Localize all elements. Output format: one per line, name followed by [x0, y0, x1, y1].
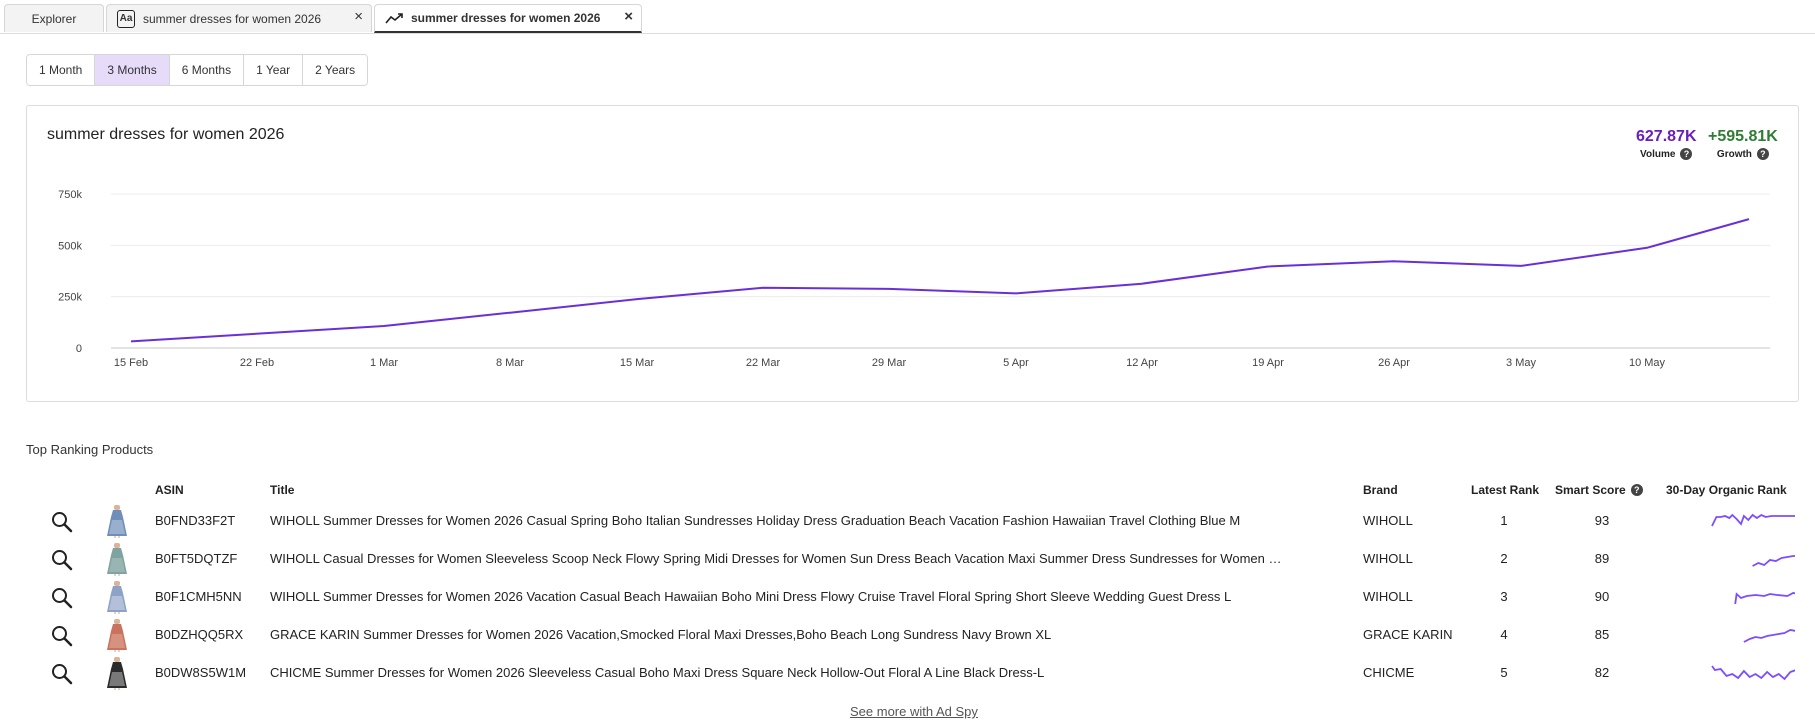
trend-line-chart: 0 250k 500k 750k 15 Feb 22 Feb 1 Mar 8 Mar 15 Ma…: [58, 189, 1770, 369]
product-smart-score: 90: [1594, 589, 1610, 604]
trend-series-line: [130, 218, 1750, 343]
product-asin[interactable]: B0FND33F2T: [155, 513, 235, 528]
see-more-link[interactable]: See more with Ad Spy: [850, 704, 978, 719]
product-latest-rank: 3: [1500, 589, 1508, 604]
tab-bar: Explorer Aa summer dresses for women 202…: [0, 0, 1815, 34]
product-thumbnail: [104, 504, 130, 538]
product-brand: CHICME: [1363, 665, 1415, 680]
y-tick-label: 0: [76, 343, 82, 355]
x-tick-label: 5 Apr: [1003, 357, 1029, 369]
x-tick-label: 12 Apr: [1126, 357, 1158, 369]
x-tick-label: 1 Mar: [370, 357, 398, 369]
close-icon[interactable]: ×: [354, 8, 363, 25]
range-1-month[interactable]: 1 Month: [27, 55, 96, 85]
x-tick-label: 19 Apr: [1252, 357, 1284, 369]
header-brand: Brand: [1363, 483, 1398, 497]
search-icon[interactable]: [50, 586, 74, 610]
product-asin[interactable]: B0DZHQQ5RX: [155, 627, 243, 642]
x-tick-label: 8 Mar: [496, 357, 524, 369]
header-asin: ASIN: [155, 483, 184, 497]
product-smart-score: 82: [1594, 665, 1610, 680]
time-range-selector: 1 Month 3 Months 6 Months 1 Year 2 Years: [26, 54, 369, 86]
organic-rank-sparkline: [1734, 592, 1795, 605]
range-6-months[interactable]: 6 Months: [169, 55, 245, 85]
product-smart-score: 85: [1594, 627, 1610, 642]
product-thumbnail: [104, 542, 130, 576]
product-title: GRACE KARIN Summer Dresses for Women 202…: [270, 627, 1052, 642]
section-title: Top Ranking Products: [26, 442, 154, 457]
product-thumbnail: [104, 580, 130, 614]
x-tick-label: 22 Feb: [240, 357, 274, 369]
product-asin[interactable]: B0F1CMH5NN: [155, 589, 242, 604]
organic-rank-sparkline: [1752, 555, 1795, 567]
y-tick-label: 500k: [58, 240, 82, 252]
product-title: WIHOLL Summer Dresses for Women 2026 Vac…: [270, 589, 1232, 604]
product-latest-rank: 4: [1500, 627, 1508, 642]
product-asin[interactable]: B0FT5DQTZF: [155, 551, 237, 566]
range-3-months[interactable]: 3 Months: [95, 55, 170, 85]
product-thumbnail: [104, 618, 130, 652]
product-brand: WIHOLL: [1363, 589, 1413, 604]
product-asin[interactable]: B0DW8S5W1M: [155, 665, 246, 680]
product-latest-rank: 2: [1500, 551, 1508, 566]
organic-rank-sparkline: [1743, 629, 1795, 643]
x-tick-label: 3 May: [1506, 357, 1536, 369]
x-tick-label: 15 Mar: [620, 357, 655, 369]
tab-keyword-trend[interactable]: summer dresses for women 2026 ×: [374, 4, 642, 33]
tab-keyword-text[interactable]: Aa summer dresses for women 2026 ×: [106, 4, 372, 32]
product-brand: GRACE KARIN: [1363, 627, 1453, 642]
organic-rank-sparkline: [1711, 513, 1795, 527]
smart-score-label: Smart Score: [1555, 483, 1626, 497]
help-icon[interactable]: ?: [1630, 484, 1643, 496]
tab-label: Explorer: [31, 11, 77, 26]
header-organic-rank: 30-Day Organic Rank: [1666, 483, 1787, 497]
tab-explorer[interactable]: Explorer: [4, 4, 104, 32]
trend-icon: [385, 12, 403, 24]
product-brand: WIHOLL: [1363, 513, 1413, 528]
product-title: WIHOLL Summer Dresses for Women 2026 Cas…: [270, 513, 1241, 528]
header-title: Title: [270, 483, 295, 497]
search-icon[interactable]: [50, 510, 74, 534]
search-icon[interactable]: [50, 548, 74, 572]
header-smart-score: Smart Score ?: [1555, 483, 1643, 497]
product-smart-score: 93: [1594, 513, 1610, 528]
product-thumbnail: [104, 656, 130, 690]
tab-label: summer dresses for women 2026: [411, 11, 601, 25]
x-tick-label: 22 Mar: [746, 357, 781, 369]
header-latest-rank: Latest Rank: [1471, 483, 1540, 497]
x-tick-label: 10 May: [1629, 357, 1666, 369]
text-icon: Aa: [117, 9, 135, 28]
product-title: WIHOLL Casual Dresses for Women Sleevele…: [270, 551, 1282, 566]
product-smart-score: 89: [1594, 551, 1610, 566]
product-title: CHICME Summer Dresses for Women 2026 Sle…: [270, 665, 1045, 680]
x-tick-label: 15 Feb: [114, 357, 148, 369]
search-icon[interactable]: [50, 624, 74, 648]
product-brand: WIHOLL: [1363, 551, 1413, 566]
x-tick-label: 26 Apr: [1378, 357, 1410, 369]
trend-chart-card: summer dresses for women 2026 627.87K Vo…: [26, 105, 1799, 402]
x-tick-label: 29 Mar: [872, 357, 907, 369]
tab-label: summer dresses for women 2026: [143, 11, 322, 26]
range-1-year[interactable]: 1 Year: [244, 55, 304, 85]
product-latest-rank: 5: [1500, 665, 1508, 680]
organic-rank-sparkline: [1711, 665, 1795, 681]
product-latest-rank: 1: [1500, 513, 1508, 528]
y-tick-label: 750k: [58, 189, 82, 201]
y-tick-label: 250k: [58, 292, 82, 304]
close-icon[interactable]: ×: [624, 8, 633, 25]
range-2-years[interactable]: 2 Years: [303, 55, 368, 85]
search-icon[interactable]: [50, 662, 74, 686]
